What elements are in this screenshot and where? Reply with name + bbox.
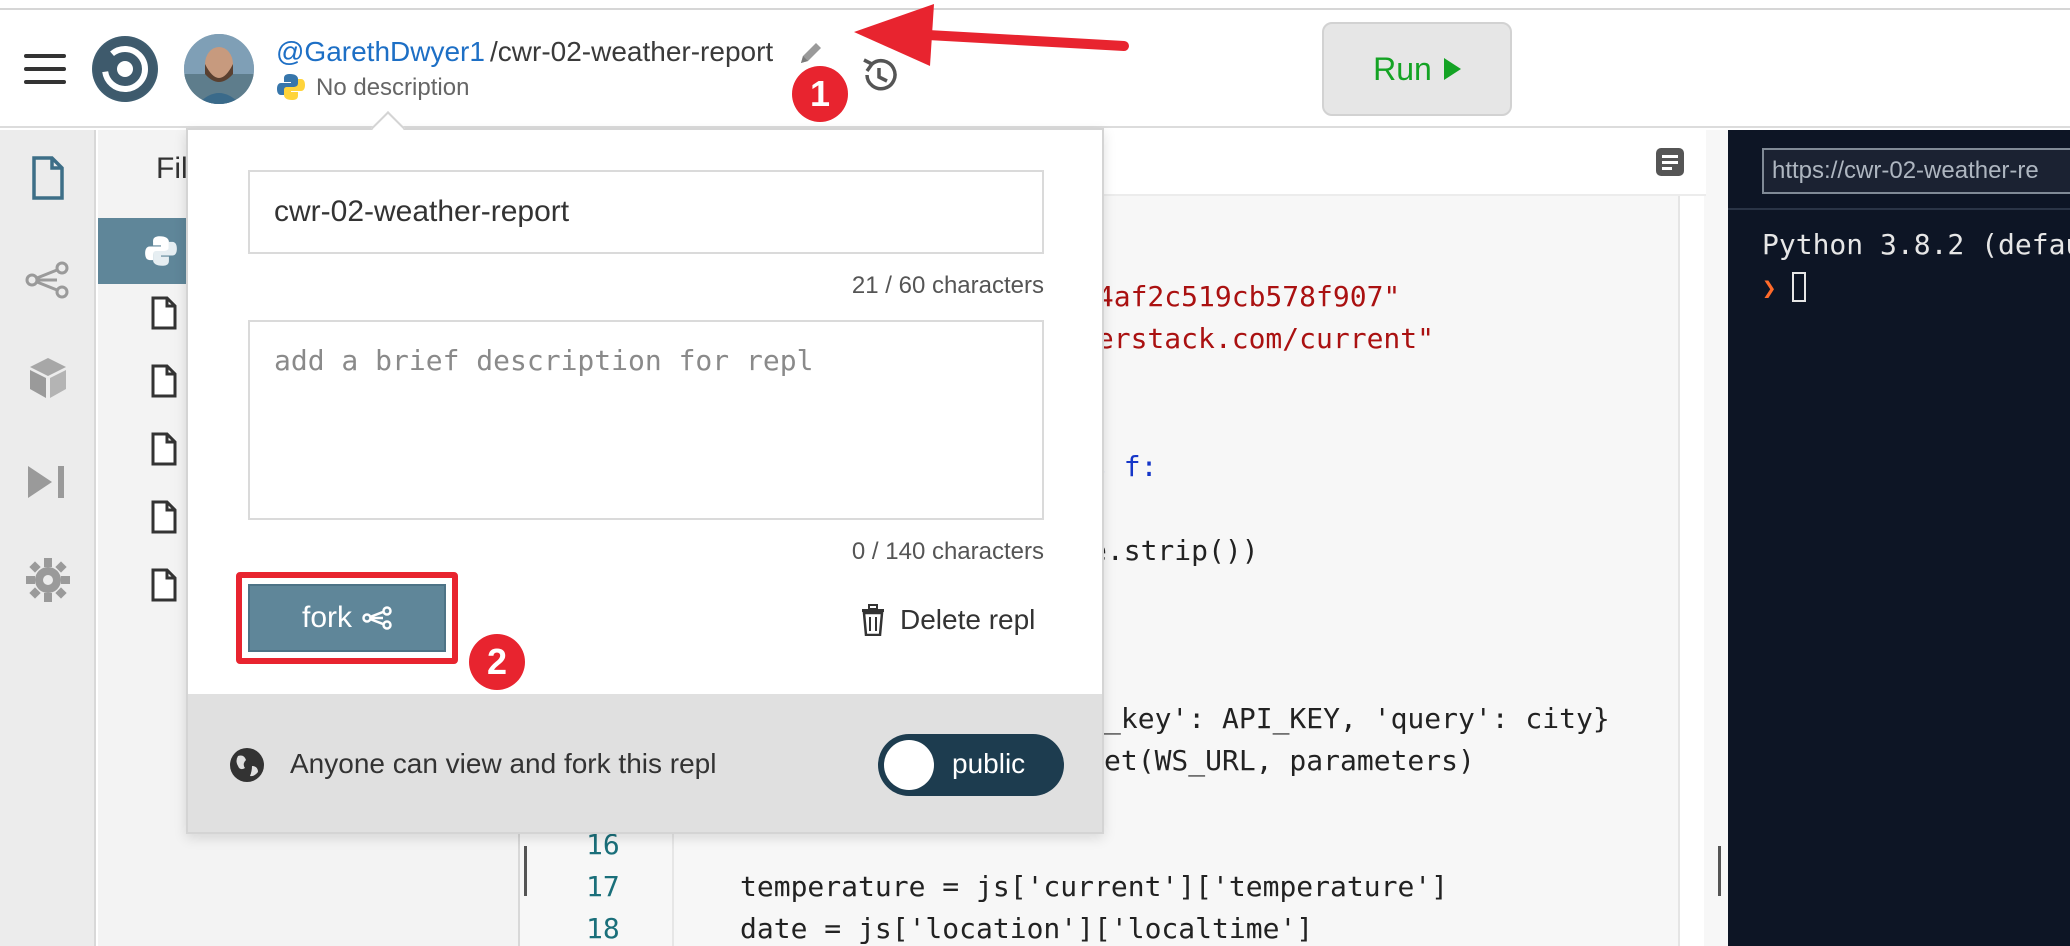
delete-label: Delete repl [900,604,1036,635]
code-line: e.strip()) [1090,534,1259,567]
repl-description[interactable]: No description [316,74,469,102]
file-icon[interactable] [150,364,178,398]
visibility-text: Anyone can view and fork this repl [290,748,717,779]
python-icon [276,72,306,102]
code-line: c4af2c519cb578f907" [1080,280,1401,313]
fork-button[interactable]: fork [248,584,446,652]
annotation-arrow [850,0,1130,80]
toggle-label: public [952,748,1026,779]
owner-link[interactable]: @GarethDwyer1 [276,36,485,68]
prompt-icon: ❯ [1762,274,1777,302]
console-output: Python 3.8.2 (defau [1762,228,2070,261]
editor-menu-icon[interactable] [1654,146,1686,178]
webview-url-input[interactable] [1762,148,2070,194]
code-line: _key': API_KEY, 'query': city} [1104,702,1610,735]
code-line: herstack.com/current" [1080,322,1435,355]
avatar[interactable] [184,34,254,104]
line-number: 18 [586,912,620,945]
line-number: 17 [586,870,620,903]
play-icon [1443,58,1461,80]
trash-icon [862,604,884,636]
file-icon[interactable] [150,568,178,602]
file-item-active[interactable] [98,218,198,284]
packages-icon[interactable] [22,352,74,404]
editor-scrollbar[interactable] [1678,196,1704,946]
annotation-badge-2: 2 [469,634,525,690]
console-divider [1728,208,2070,210]
left-rail [0,130,96,946]
name-char-count: 21 / 60 characters [851,272,1044,299]
file-icon[interactable] [150,432,178,466]
repl-name-input[interactable] [248,170,1044,254]
debugger-icon[interactable] [22,456,74,508]
fork-icon [362,606,392,630]
run-button[interactable]: Run [1322,22,1512,116]
file-panel-title: Fil [156,152,188,185]
pencil-icon[interactable] [796,38,826,68]
console-cursor[interactable] [1792,272,1806,302]
split-handle[interactable] [524,846,527,896]
annotation-badge-1: 1 [792,66,848,122]
toggle-knob[interactable] [884,740,934,790]
fork-label: fork [301,601,352,634]
file-icon[interactable] [150,500,178,534]
hamburger-icon[interactable] [24,52,66,86]
code-line: date = js['location']['localtime'] [740,912,1314,945]
description-char-count: 0 / 140 characters [851,538,1044,565]
globe-icon [228,746,266,784]
split-handle[interactable] [1718,846,1721,896]
files-icon[interactable] [22,152,74,204]
code-line: et(WS_URL, parameters) [1104,744,1475,777]
settings-icon[interactable] [22,554,74,606]
python-file-icon [145,236,177,266]
run-label: Run [1373,50,1432,87]
delete-repl-button[interactable]: Delete repl [860,600,1035,640]
code-line: temperature = js['current']['temperature… [740,870,1449,903]
replit-logo-icon[interactable] [92,36,158,102]
repl-name[interactable]: /cwr-02-weather-report [490,36,773,68]
share-icon[interactable] [22,254,74,306]
repl-description-input[interactable] [248,320,1044,520]
file-icon[interactable] [150,296,178,330]
